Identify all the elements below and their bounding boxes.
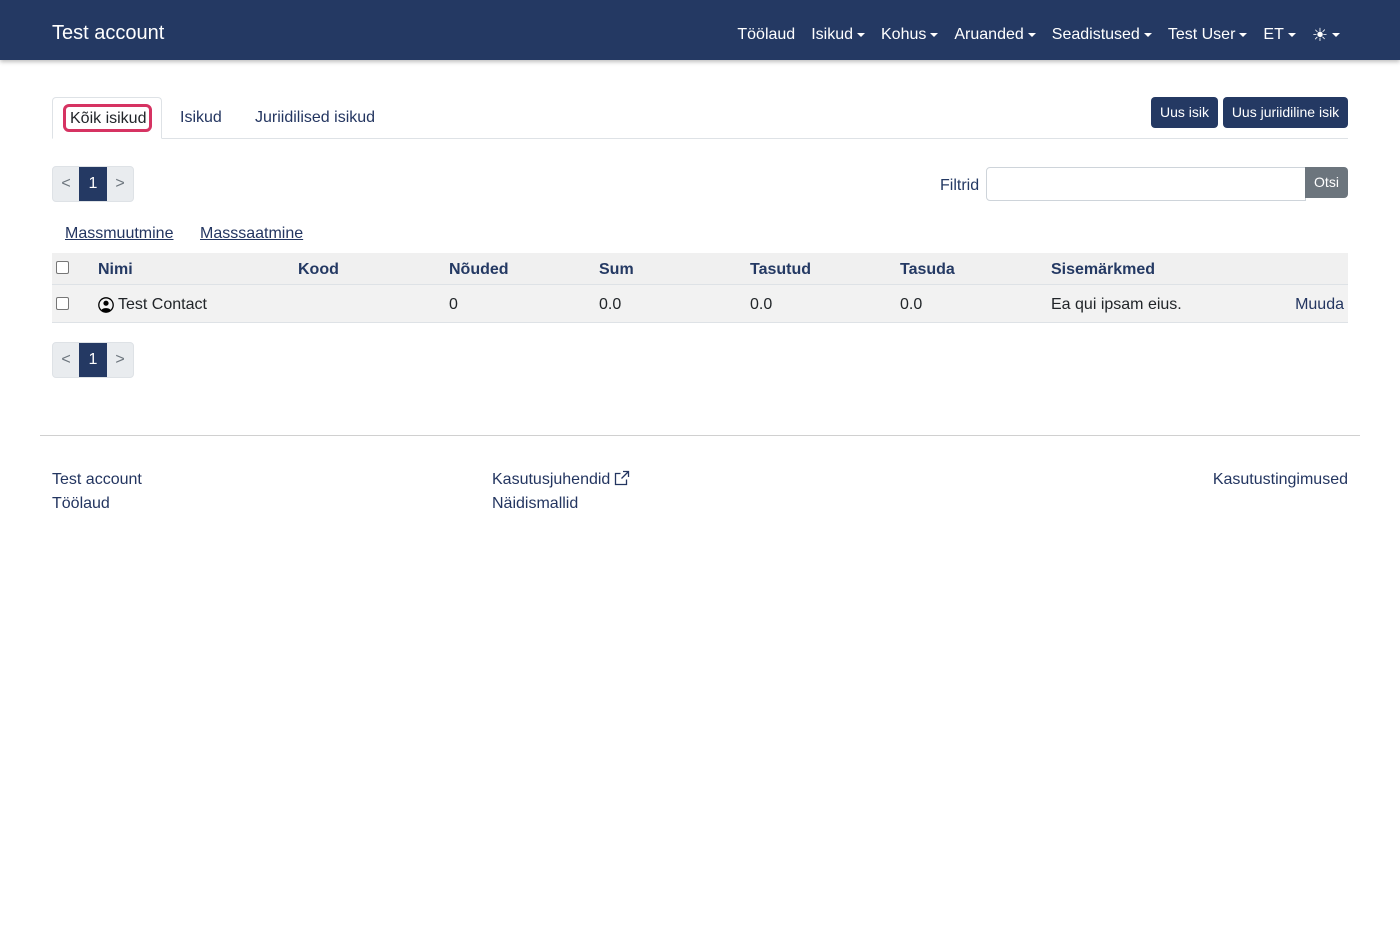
contact-name: Test Contact (118, 296, 207, 313)
nav-item-court[interactable]: Kohus (881, 24, 939, 46)
nav-item-label: Aruanded (954, 26, 1024, 43)
tab-persons[interactable]: Isikud (180, 97, 222, 139)
caret-down-icon (1287, 33, 1296, 37)
select-all-checkbox[interactable] (56, 261, 69, 274)
caret-down-icon (857, 33, 865, 37)
table-header: Nimi Kood Nõuded Sum Tasutud Tasuda Sise… (52, 253, 1348, 285)
column-header-due[interactable]: Tasuda (900, 260, 955, 280)
column-header-code[interactable]: Kood (298, 260, 339, 280)
new-person-button[interactable]: Uus isik (1151, 97, 1218, 128)
caret-down-icon (1239, 33, 1248, 37)
pagination-bottom: < 1 > (52, 342, 134, 378)
column-header-sum[interactable]: Sum (599, 260, 634, 280)
pagination-page-1[interactable]: 1 (79, 343, 107, 377)
table-row: Test Contact 0 0.0 0.0 0.0 Ea qui ipsam … (52, 285, 1348, 323)
nav-item-reports[interactable]: Aruanded (954, 24, 1036, 46)
footer-dashboard-link[interactable]: Töölaud (52, 494, 110, 514)
tab-all-persons[interactable]: Kõik isikud (52, 97, 162, 139)
footer-templates-link[interactable]: Näidismallid (492, 494, 578, 514)
person-circle-icon (98, 297, 114, 313)
nav-item-user-menu[interactable]: Test User (1168, 24, 1248, 46)
top-navbar: Test account Töölaud Isikud Kohus Aruand… (0, 0, 1400, 60)
nav-item-dashboard[interactable]: Töölaud (737, 24, 795, 46)
pagination-top: < 1 > (52, 166, 134, 202)
footer-manuals-label: Kasutusjuhendid (492, 471, 611, 488)
nav-item-language[interactable]: ET (1263, 24, 1296, 46)
nav-item-label: Seadistused (1051, 26, 1140, 43)
nav-item-label: Isikud (811, 26, 853, 43)
column-header-name[interactable]: Nimi (98, 260, 133, 280)
nav-item-label: Kohus (881, 26, 927, 43)
filter-input[interactable] (986, 167, 1306, 201)
nav-item-settings[interactable]: Seadistused (1052, 24, 1152, 46)
theme-toggle[interactable]: ☀ (1312, 26, 1340, 44)
nav-item-persons[interactable]: Isikud (811, 24, 865, 46)
nav-item-label: Töölaud (737, 26, 796, 43)
cell-sum: 0.0 (599, 296, 622, 313)
column-header-claims[interactable]: Nõuded (449, 260, 509, 280)
footer-terms-link[interactable]: Kasutustingimused (1213, 470, 1348, 490)
footer-divider (40, 435, 1360, 436)
tab-legal-persons[interactable]: Juriidilised isikud (255, 97, 375, 139)
cell-claims: 0 (449, 296, 458, 313)
nav-item-label: ET (1263, 26, 1284, 43)
mass-send-link[interactable]: Masssaatmine (200, 224, 303, 244)
cell-notes: Ea qui ipsam eius. (1051, 296, 1182, 313)
sun-icon: ☀ (1311, 25, 1328, 45)
pagination-prev[interactable]: < (53, 343, 79, 377)
main-menu: Töölaud Isikud Kohus Aruanded Seadistuse… (737, 24, 1340, 46)
filter-label: Filtrid (940, 177, 980, 194)
cell-due: 0.0 (900, 296, 923, 313)
cell-paid: 0.0 (750, 296, 773, 313)
footer-manuals-link[interactable]: Kasutusjuhendid (492, 470, 630, 490)
pagination-next[interactable]: > (107, 167, 133, 201)
pagination-next[interactable]: > (107, 343, 133, 377)
mass-edit-link[interactable]: Massmuutmine (65, 224, 173, 244)
persons-table: Nimi Kood Nõuded Sum Tasutud Tasuda Sise… (52, 253, 1348, 323)
nav-item-label: Test User (1167, 26, 1236, 43)
footer-account-link[interactable]: Test account (52, 470, 142, 490)
row-checkbox[interactable] (56, 297, 69, 310)
search-button[interactable]: Otsi (1305, 167, 1348, 198)
caret-down-icon (1027, 33, 1036, 37)
column-header-paid[interactable]: Tasutud (750, 260, 811, 280)
caret-down-icon (930, 33, 939, 37)
pagination-prev[interactable]: < (53, 167, 79, 201)
new-legal-person-button[interactable]: Uus juriidiline isik (1223, 97, 1348, 128)
pagination-page-1[interactable]: 1 (79, 167, 107, 201)
external-link-icon (615, 470, 630, 486)
tab-label: Kõik isikud (70, 110, 147, 127)
column-header-notes[interactable]: Sisemärkmed (1051, 260, 1155, 280)
caret-down-icon (1332, 33, 1340, 37)
caret-down-icon (1143, 33, 1152, 37)
edit-link[interactable]: Muuda (1295, 295, 1344, 315)
brand-link[interactable]: Test account (52, 21, 164, 45)
contact-name-link[interactable]: Test Contact (98, 295, 207, 315)
